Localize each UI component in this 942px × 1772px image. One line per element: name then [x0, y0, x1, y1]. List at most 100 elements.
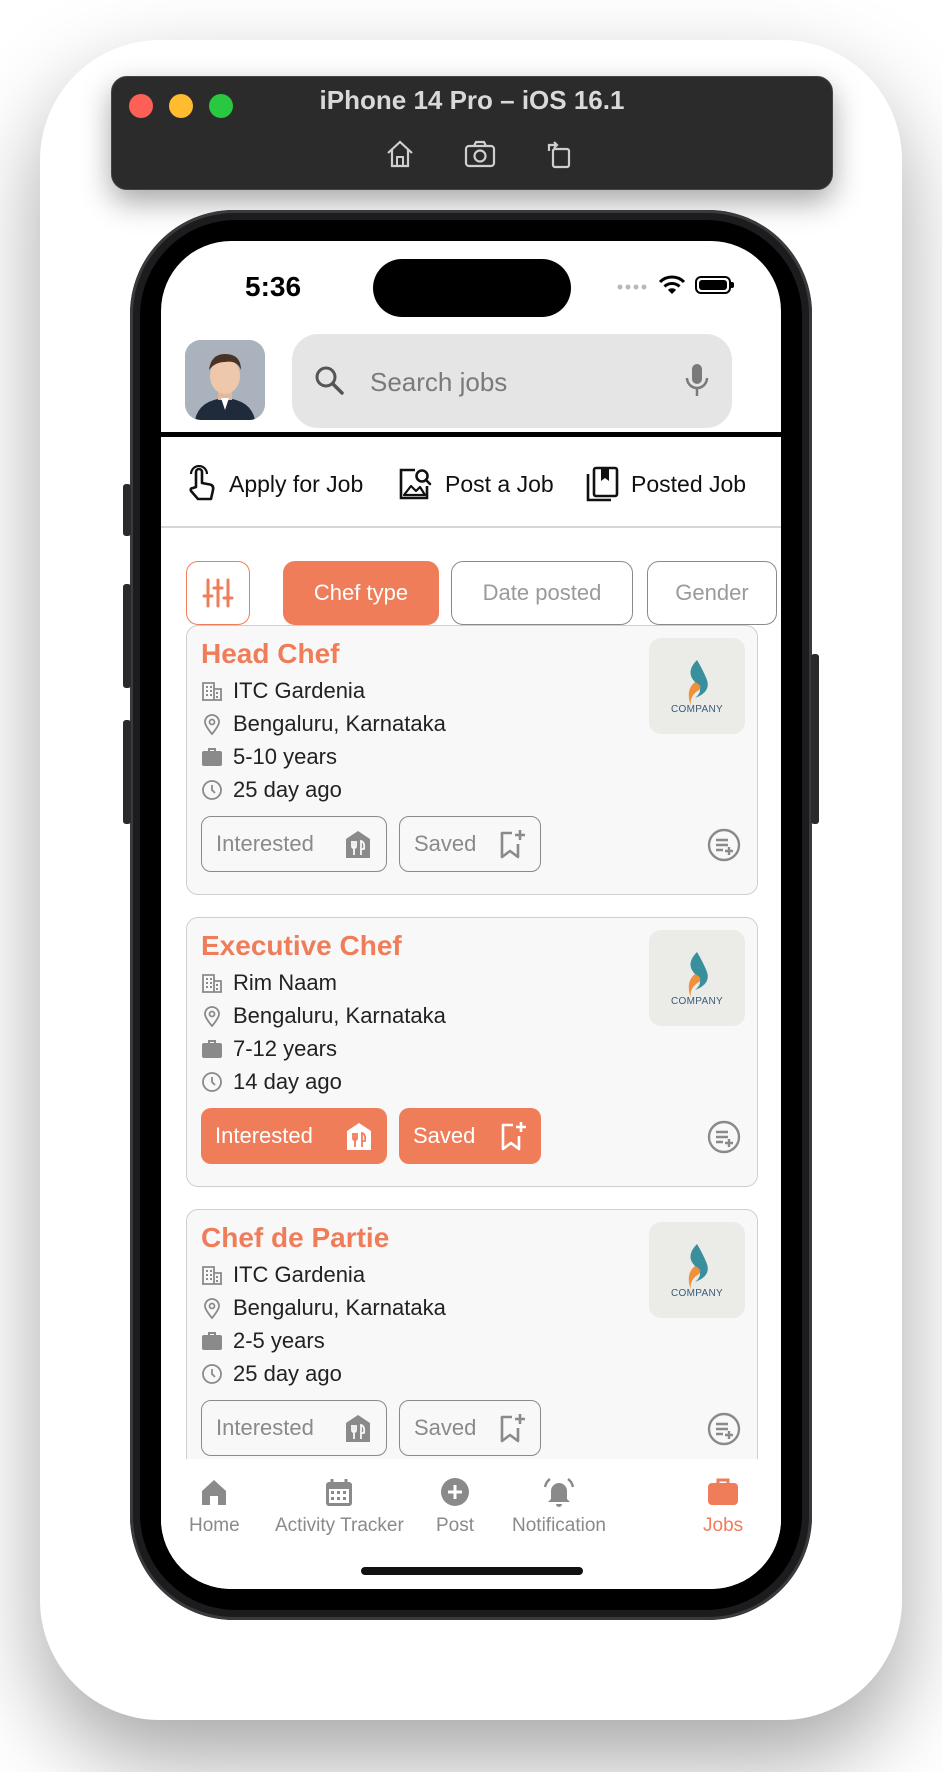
home-icon[interactable]: [383, 137, 417, 171]
bookmark-add-icon: [500, 830, 525, 859]
job-card[interactable]: Chef de Partie ITC Gardenia Bengaluru, K…: [186, 1209, 758, 1479]
flame-logo-icon: [688, 1243, 708, 1290]
volume-up-button: [123, 584, 131, 688]
company-name: ITC Gardenia: [233, 1262, 366, 1287]
search-input[interactable]: [368, 334, 672, 430]
volume-down-button: [123, 720, 131, 824]
experience: 7-12 years: [233, 1036, 337, 1061]
briefcase-icon: [202, 1332, 222, 1350]
bookmark-add-icon: [501, 1122, 526, 1151]
tab-notification-label: Notification: [512, 1515, 606, 1536]
company-row: ITC Gardenia: [201, 678, 365, 704]
posted-time: 14 day ago: [233, 1069, 342, 1094]
add-to-list-icon[interactable]: [707, 1412, 741, 1446]
post-a-job-button[interactable]: Post a Job: [397, 437, 554, 531]
actions-divider: [161, 526, 781, 528]
briefcase-icon: [202, 1040, 222, 1058]
job-title[interactable]: Chef de Partie: [201, 1222, 389, 1254]
interested-button[interactable]: Interested: [201, 1108, 387, 1164]
building-icon: [202, 1266, 222, 1285]
battery-icon: [695, 276, 734, 294]
tab-home-label: Home: [189, 1515, 240, 1536]
filter-settings-button[interactable]: [186, 561, 250, 625]
company-name: Rim Naam: [233, 970, 337, 995]
apply-for-job-button[interactable]: Apply for Job: [185, 437, 363, 531]
bookmark-add-icon: [500, 1414, 525, 1443]
logo-text: COMPANY: [671, 995, 723, 1007]
restaurant-icon: [346, 831, 370, 858]
book-bookmark-icon: [586, 466, 619, 502]
posted-time: 25 day ago: [233, 1361, 342, 1386]
experience-row: 2-5 years: [201, 1328, 325, 1354]
company-logo: COMPANY: [649, 930, 745, 1026]
screenshot-icon[interactable]: [463, 137, 497, 171]
bottom-tab-bar: Home Activity Tracker Post Notification …: [161, 1459, 781, 1589]
status-icons: [617, 275, 734, 295]
tab-activity-tracker[interactable]: Activity Tracker: [275, 1477, 404, 1537]
experience: 2-5 years: [233, 1328, 325, 1353]
flame-logo-icon: [688, 951, 708, 998]
saved-label: Saved: [414, 1415, 477, 1440]
app-screen: 5:36 Search jobs Apply for Job Post a Jo…: [161, 241, 781, 1589]
location-row: Bengaluru, Karnataka: [201, 711, 446, 737]
profile-avatar[interactable]: [185, 340, 265, 420]
tap-hand-icon: [189, 465, 215, 501]
tab-home[interactable]: Home: [189, 1477, 240, 1537]
chip-chef-type[interactable]: Chef type: [283, 561, 439, 625]
company-logo: COMPANY: [649, 1222, 745, 1318]
power-button: [811, 654, 819, 824]
location-pin-icon: [204, 1298, 220, 1319]
bell-icon: [543, 1478, 575, 1507]
microphone-icon[interactable]: [684, 362, 710, 400]
dynamic-island: [373, 259, 571, 317]
add-to-list-icon[interactable]: [707, 1120, 741, 1154]
interested-label: Interested: [216, 831, 314, 856]
building-icon: [202, 974, 222, 993]
posted-job-button[interactable]: Posted Job: [585, 437, 746, 531]
search-icon: [315, 366, 344, 395]
sliders-icon: [202, 578, 234, 608]
post-a-job-label: Post a Job: [445, 470, 554, 497]
company-row: Rim Naam: [201, 970, 337, 996]
interested-button[interactable]: Interested: [201, 1400, 387, 1456]
add-to-list-icon[interactable]: [707, 828, 741, 862]
posted-row: 25 day ago: [201, 1361, 342, 1387]
tab-jobs[interactable]: Jobs: [703, 1477, 743, 1537]
experience: 5-10 years: [233, 744, 337, 769]
job-card[interactable]: Executive Chef Rim Naam Bengaluru, Karna…: [186, 917, 758, 1187]
posted-row: 25 day ago: [201, 777, 342, 803]
tab-post[interactable]: Post: [436, 1477, 474, 1537]
quick-actions: Apply for Job Post a Job Posted Job: [161, 437, 781, 531]
location: Bengaluru, Karnataka: [233, 1295, 446, 1320]
calendar-icon: [326, 1479, 353, 1506]
experience-row: 7-12 years: [201, 1036, 337, 1062]
briefcase-icon: [202, 748, 222, 766]
tab-post-label: Post: [436, 1515, 475, 1536]
home-icon: [202, 1480, 227, 1505]
tab-jobs-label: Jobs: [703, 1515, 744, 1536]
saved-button[interactable]: Saved: [399, 1400, 541, 1456]
saved-button[interactable]: Saved: [399, 1108, 541, 1164]
saved-button[interactable]: Saved: [399, 816, 541, 872]
search-bar[interactable]: [292, 334, 732, 430]
location-pin-icon: [204, 1006, 220, 1027]
status-time: 5:36: [245, 271, 302, 302]
chip-date-posted[interactable]: Date posted: [451, 561, 633, 625]
interested-button[interactable]: Interested: [201, 816, 387, 872]
rotate-icon[interactable]: [543, 137, 577, 171]
plus-circle-icon: [441, 1478, 470, 1506]
saved-label: Saved: [413, 1123, 476, 1148]
location: Bengaluru, Karnataka: [233, 711, 446, 736]
tab-notification[interactable]: Notification: [512, 1477, 606, 1537]
company-row: ITC Gardenia: [201, 1262, 365, 1288]
job-title[interactable]: Head Chef: [201, 638, 339, 670]
clock-icon: [202, 1364, 222, 1384]
chip-gender[interactable]: Gender: [647, 561, 777, 625]
clock-icon: [202, 1072, 222, 1092]
job-card[interactable]: Head Chef ITC Gardenia Bengaluru, Karnat…: [186, 625, 758, 895]
simulator-toolbar: iPhone 14 Pro – iOS 16.1: [111, 76, 833, 190]
posted-time: 25 day ago: [233, 777, 342, 802]
experience-row: 5-10 years: [201, 744, 337, 770]
job-title[interactable]: Executive Chef: [201, 930, 402, 962]
location-row: Bengaluru, Karnataka: [201, 1295, 446, 1321]
